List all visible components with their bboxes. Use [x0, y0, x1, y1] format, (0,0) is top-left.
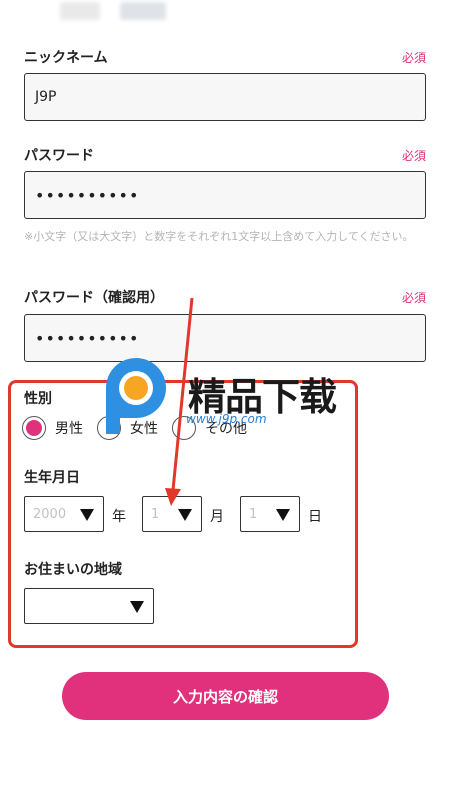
- watermark-logo-icon: [106, 358, 166, 434]
- watermark-url: www.j9p.com: [186, 412, 267, 426]
- watermark: 精品下载 www.j9p.com: [98, 358, 358, 448]
